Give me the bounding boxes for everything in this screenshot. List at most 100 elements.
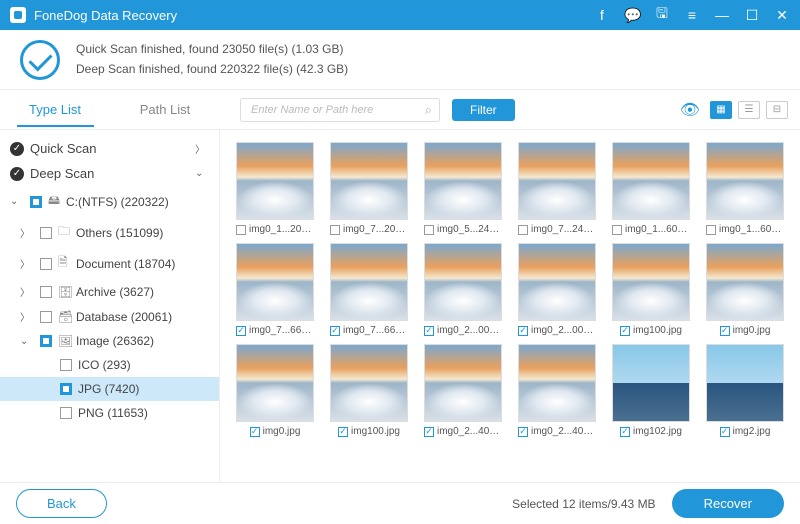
thumbnail-item[interactable]: img100.jpg — [608, 243, 694, 336]
thumbnail-checkbox[interactable] — [424, 225, 434, 235]
checkbox[interactable] — [40, 311, 52, 323]
tree-quick-scan[interactable]: ✓ Quick Scan 〉 — [0, 136, 219, 161]
tree-deep-scan[interactable]: ✓ Deep Scan ⌄ — [0, 161, 219, 186]
thumbnail-image[interactable] — [236, 243, 314, 321]
tree-archive[interactable]: 〉 🗄 Archive (3627) — [0, 279, 219, 304]
save-icon[interactable]: 🖫 — [654, 3, 670, 27]
thumbnail-item[interactable]: img100.jpg — [326, 344, 412, 437]
thumbnail-checkbox[interactable] — [236, 326, 246, 336]
thumbnail-image[interactable] — [518, 344, 596, 422]
thumbnail-image[interactable] — [612, 243, 690, 321]
thumbnail-item[interactable]: img102.jpg — [608, 344, 694, 437]
thumbnail-image[interactable] — [330, 142, 408, 220]
thumbnail-image[interactable] — [236, 142, 314, 220]
thumbnail-image[interactable] — [330, 243, 408, 321]
thumbnail-image[interactable] — [612, 142, 690, 220]
back-button[interactable]: Back — [16, 489, 107, 518]
thumbnail-checkbox[interactable] — [720, 427, 730, 437]
thumbnail-item[interactable]: img0_2...00.jpg — [514, 243, 600, 336]
tab-path-list[interactable]: Path List — [110, 92, 220, 127]
thumbnail-item[interactable]: img0_1...60.jpg — [608, 142, 694, 235]
thumbnail-checkbox[interactable] — [250, 427, 260, 437]
checkbox[interactable] — [40, 258, 52, 270]
filter-button[interactable]: Filter — [452, 99, 515, 121]
grid-view-button[interactable]: ▦ — [710, 101, 732, 119]
thumbnail-image[interactable] — [424, 344, 502, 422]
tree-label: Archive (3627) — [76, 285, 154, 299]
tree-ico[interactable]: ICO (293) — [0, 353, 219, 377]
checkbox[interactable] — [40, 335, 52, 347]
chevron-right-icon: 〉 — [195, 141, 209, 156]
thumbnail-item[interactable]: img0_2...00.jpg — [420, 243, 506, 336]
thumbnail-checkbox[interactable] — [620, 427, 630, 437]
thumbnail-item[interactable]: img0_5...24.jpg — [420, 142, 506, 235]
thumbnail-checkbox[interactable] — [518, 225, 528, 235]
chevron-down-icon: ⌄ — [195, 168, 209, 179]
tree-jpg[interactable]: JPG (7420) — [0, 377, 219, 401]
thumbnail-image[interactable] — [706, 243, 784, 321]
detail-view-button[interactable]: ⊟ — [766, 101, 788, 119]
recover-button[interactable]: Recover — [672, 489, 784, 518]
thumbnail-item[interactable]: img0_7...66.jpg — [326, 243, 412, 336]
thumbnail-item[interactable]: img0_7...24.jpg — [514, 142, 600, 235]
thumbnail-image[interactable] — [424, 243, 502, 321]
thumbnail-image[interactable] — [612, 344, 690, 422]
tree-image[interactable]: ⌄ 🖼 Image (26362) — [0, 329, 219, 353]
feedback-icon[interactable]: 💬 — [624, 7, 640, 24]
thumbnail-checkbox[interactable] — [518, 427, 528, 437]
thumbnail-label: img0_1...60.jpg — [706, 224, 784, 235]
thumbnail-item[interactable]: img0_1...20.jpg — [232, 142, 318, 235]
checkbox[interactable] — [40, 286, 52, 298]
thumbnail-image[interactable] — [706, 142, 784, 220]
thumbnail-checkbox[interactable] — [330, 225, 340, 235]
thumbnail-item[interactable]: img2.jpg — [702, 344, 788, 437]
thumbnail-image[interactable] — [330, 344, 408, 422]
thumbnail-item[interactable]: img0_2...40.jpg — [420, 344, 506, 437]
thumbnail-checkbox[interactable] — [424, 326, 434, 336]
thumbnail-checkbox[interactable] — [518, 326, 528, 336]
thumbnail-item[interactable]: img0_7...20.jpg — [326, 142, 412, 235]
checkbox[interactable] — [30, 196, 42, 208]
tree-others[interactable]: 〉 🗀 Others (151099) — [0, 217, 219, 248]
thumbnail-checkbox[interactable] — [720, 326, 730, 336]
maximize-icon[interactable]: ☐ — [744, 7, 760, 24]
thumbnail-checkbox[interactable] — [612, 225, 622, 235]
thumbnail-checkbox[interactable] — [620, 326, 630, 336]
minimize-icon[interactable]: — — [714, 7, 730, 23]
tree-drive[interactable]: ⌄ 🖴 C:(NTFS) (220322) — [0, 186, 219, 217]
thumbnail-filename: img102.jpg — [633, 426, 682, 437]
thumbnail-image[interactable] — [424, 142, 502, 220]
checkbox[interactable] — [60, 407, 72, 419]
facebook-icon[interactable]: f — [594, 7, 610, 23]
tab-type-list[interactable]: Type List — [0, 92, 110, 127]
tree-database[interactable]: 〉 🗃 Database (20061) — [0, 304, 219, 329]
thumbnail-checkbox[interactable] — [338, 427, 348, 437]
checkbox[interactable] — [40, 227, 52, 239]
thumbnail-item[interactable]: img0_1...60.jpg — [702, 142, 788, 235]
thumbnail-label: img2.jpg — [720, 426, 771, 437]
thumbnail-item[interactable]: img0.jpg — [232, 344, 318, 437]
tree-document[interactable]: 〉 🗎 Document (18704) — [0, 248, 219, 279]
thumbnail-checkbox[interactable] — [424, 427, 434, 437]
thumbnail-item[interactable]: img0_2...40.jpg — [514, 344, 600, 437]
search-input[interactable] — [240, 98, 440, 122]
thumbnail-checkbox[interactable] — [706, 225, 716, 235]
thumbnail-image[interactable] — [706, 344, 784, 422]
menu-icon[interactable]: ≡ — [684, 7, 700, 23]
tree-png[interactable]: PNG (11653) — [0, 401, 219, 425]
close-icon[interactable]: ✕ — [774, 7, 790, 24]
list-view-button[interactable]: ☰ — [738, 101, 760, 119]
search-icon[interactable]: ⌕ — [425, 102, 432, 118]
thumbnail-image[interactable] — [518, 243, 596, 321]
thumbnail-item[interactable]: img0.jpg — [702, 243, 788, 336]
thumbnail-item[interactable]: img0_7...66.jpg — [232, 243, 318, 336]
check-circle-icon — [20, 40, 60, 80]
preview-icon[interactable]: 👁 — [680, 100, 700, 120]
thumbnail-image[interactable] — [236, 344, 314, 422]
thumbnail-gallery: img0_1...20.jpgimg0_7...20.jpgimg0_5...2… — [220, 130, 800, 482]
thumbnail-checkbox[interactable] — [236, 225, 246, 235]
checkbox[interactable] — [60, 359, 72, 371]
thumbnail-image[interactable] — [518, 142, 596, 220]
thumbnail-checkbox[interactable] — [330, 326, 340, 336]
checkbox[interactable] — [60, 383, 72, 395]
